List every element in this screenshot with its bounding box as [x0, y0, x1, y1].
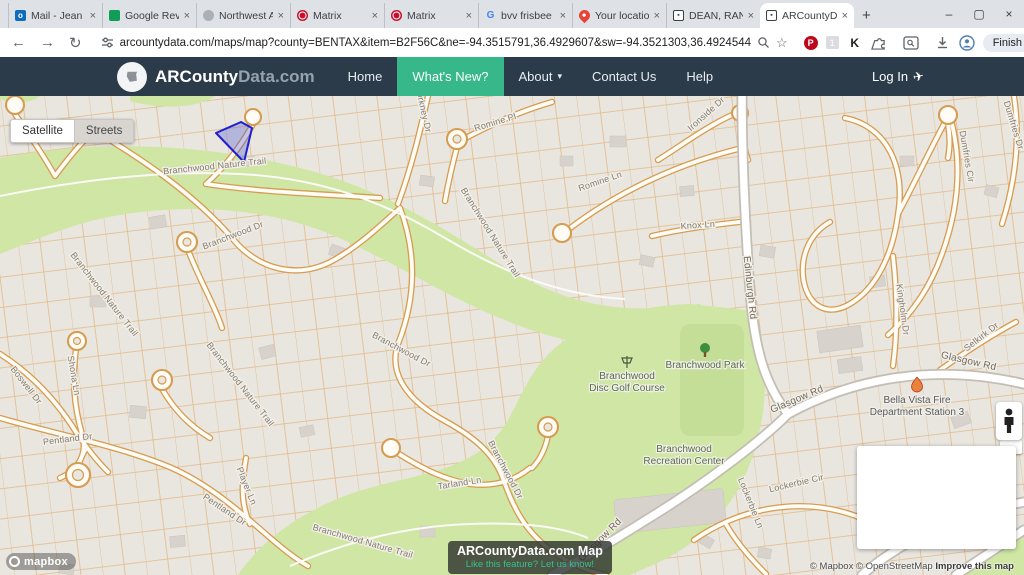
- streets-button[interactable]: Streets: [75, 119, 134, 143]
- map-overlay-feedback-link[interactable]: Like this feature? Let us know!: [457, 559, 603, 570]
- tab-strip: oMail - Jean Ann×Google Review×Northwest…: [8, 0, 854, 28]
- back-button[interactable]: ←: [8, 34, 29, 51]
- address-bar[interactable]: arcountydata.com/maps/map?county=BENTAX&…: [93, 32, 796, 54]
- parcel-info-popup[interactable]: [857, 446, 1016, 549]
- map-layer-control: Satellite Streets: [10, 119, 134, 143]
- satellite-button[interactable]: Satellite: [10, 119, 75, 143]
- arcounty-favicon-icon: ▪: [766, 10, 777, 21]
- paper-plane-icon: ✈: [912, 68, 926, 86]
- tab-title: Mail - Jean Ann: [31, 10, 85, 22]
- brand-title: ARCountyData.com: [155, 67, 315, 87]
- new-tab-button[interactable]: +: [854, 7, 881, 28]
- k-extension-icon[interactable]: K: [847, 35, 863, 51]
- mapbox-logo-icon: [9, 556, 20, 567]
- close-window-button[interactable]: ×: [994, 0, 1024, 28]
- download-icon[interactable]: [935, 35, 951, 51]
- poi-label: Disc Golf Course: [589, 383, 665, 394]
- arcounty-favicon-icon: ▪: [673, 10, 684, 21]
- tab-title: bvv frisbee gol: [501, 10, 555, 22]
- reload-button[interactable]: ↻: [66, 34, 85, 52]
- tab-close-button[interactable]: ×: [654, 10, 660, 22]
- poi-label: Branchwood: [599, 371, 655, 382]
- site-navbar: ARCountyData.com HomeWhat's New?About▾Co…: [0, 57, 1024, 96]
- finish-update-button[interactable]: Finish update: [983, 34, 1024, 52]
- browser-tab[interactable]: ▪ DEAN, RANNIE ×: [666, 3, 760, 28]
- poi-label: Recreation Center: [643, 456, 725, 467]
- tab-title: ARCountyData: [782, 10, 837, 22]
- window-controls: – ▢ ×: [934, 0, 1024, 28]
- chevron-down-icon: ▾: [558, 71, 563, 82]
- outlook-favicon-icon: o: [15, 10, 26, 21]
- browser-tab[interactable]: Matrix ×: [290, 3, 384, 28]
- browser-tab[interactable]: o Mail - Jean Ann ×: [8, 3, 102, 28]
- generic-favicon-icon: [203, 10, 214, 21]
- browser-tab[interactable]: Your location t ×: [572, 3, 666, 28]
- maximize-button[interactable]: ▢: [964, 0, 994, 28]
- nav-item-what-s-new[interactable]: What's New?: [397, 57, 503, 96]
- browser-tab[interactable]: Gbvv frisbee gol ×: [478, 3, 572, 28]
- tab-close-button[interactable]: ×: [278, 10, 284, 22]
- tab-close-button[interactable]: ×: [372, 10, 378, 22]
- tab-title: Northwest Arka: [219, 10, 273, 22]
- site-settings-icon[interactable]: [101, 36, 114, 49]
- extensions-puzzle-icon[interactable]: [871, 35, 887, 51]
- pegman-icon: [1002, 408, 1016, 434]
- browser-toolbar: ← → ↻ arcountydata.com/maps/map?county=B…: [0, 28, 1024, 57]
- mapbox-logo[interactable]: mapbox: [6, 553, 76, 570]
- site-logo[interactable]: ARCountyData.com: [117, 57, 315, 96]
- profile-avatar-icon[interactable]: [959, 35, 975, 51]
- tab-close-button[interactable]: ×: [842, 10, 848, 22]
- zoom-page-icon[interactable]: [757, 36, 770, 49]
- browser-tab[interactable]: Matrix ×: [384, 3, 478, 28]
- copyright-text[interactable]: © Mapbox © OpenStreetMap: [810, 561, 933, 572]
- pin-favicon-icon: [577, 8, 593, 24]
- nav-item-home[interactable]: Home: [333, 57, 398, 96]
- improve-map-link[interactable]: Improve this map: [935, 561, 1014, 572]
- street-view-pegman-button[interactable]: [996, 402, 1022, 440]
- nav-menu: HomeWhat's New?About▾Contact UsHelp: [333, 57, 728, 96]
- tab-close-button[interactable]: ×: [466, 10, 472, 22]
- poi-label: Branchwood: [656, 444, 712, 455]
- map-attribution-overlay: ARCountyData.com Map Like this feature? …: [448, 541, 612, 574]
- nav-item-contact-us[interactable]: Contact Us: [577, 57, 671, 96]
- tab-title: Your location t: [595, 10, 649, 22]
- matrix-favicon-icon: [391, 10, 402, 21]
- map-viewport[interactable]: Branchwood Nature TrailBranchwood Nature…: [0, 96, 1024, 575]
- google-favicon-icon: G: [485, 10, 496, 21]
- tab-bar: oMail - Jean Ann×Google Review×Northwest…: [0, 0, 1024, 28]
- tab-close-button[interactable]: ×: [184, 10, 190, 22]
- nav-item-about[interactable]: About▾: [504, 57, 578, 96]
- tab-title: Matrix: [407, 10, 461, 22]
- minimize-button[interactable]: –: [934, 0, 964, 28]
- arkansas-logo-icon: [117, 62, 147, 92]
- browser-tab[interactable]: ▪ ARCountyData ×: [760, 3, 854, 28]
- browser-tab[interactable]: Google Review ×: [102, 3, 196, 28]
- tab-close-button[interactable]: ×: [90, 10, 96, 22]
- url-text[interactable]: arcountydata.com/maps/map?county=BENTAX&…: [120, 37, 751, 49]
- map-copyright[interactable]: © Mapbox © OpenStreetMap Improve this ma…: [810, 561, 1014, 572]
- tab-close-button[interactable]: ×: [560, 10, 566, 22]
- tab-title: Google Review: [125, 10, 179, 22]
- tab-title: Matrix: [313, 10, 367, 22]
- bookmark-star-icon[interactable]: ☆: [776, 35, 788, 51]
- sheets-favicon-icon: [109, 10, 120, 21]
- login-button[interactable]: Log In ✈: [872, 57, 924, 96]
- tab-title: DEAN, RANNIE: [689, 10, 743, 22]
- tab-search-icon[interactable]: [903, 35, 919, 51]
- nav-item-help[interactable]: Help: [671, 57, 728, 96]
- poi-label: Branchwood Park: [666, 360, 746, 371]
- matrix-favicon-icon: [297, 10, 308, 21]
- gray-extension-icon[interactable]: 1: [826, 36, 839, 49]
- forward-button[interactable]: →: [37, 34, 58, 51]
- map-overlay-title: ARCountyData.com Map: [457, 544, 603, 558]
- mapbox-logo-text: mapbox: [24, 556, 68, 568]
- pinterest-extension-icon[interactable]: P: [804, 36, 818, 50]
- poi-label: Department Station 3: [870, 407, 965, 418]
- browser-tab[interactable]: Northwest Arka ×: [196, 3, 290, 28]
- tab-close-button[interactable]: ×: [748, 10, 754, 22]
- poi-label: Bella Vista Fire: [883, 395, 951, 406]
